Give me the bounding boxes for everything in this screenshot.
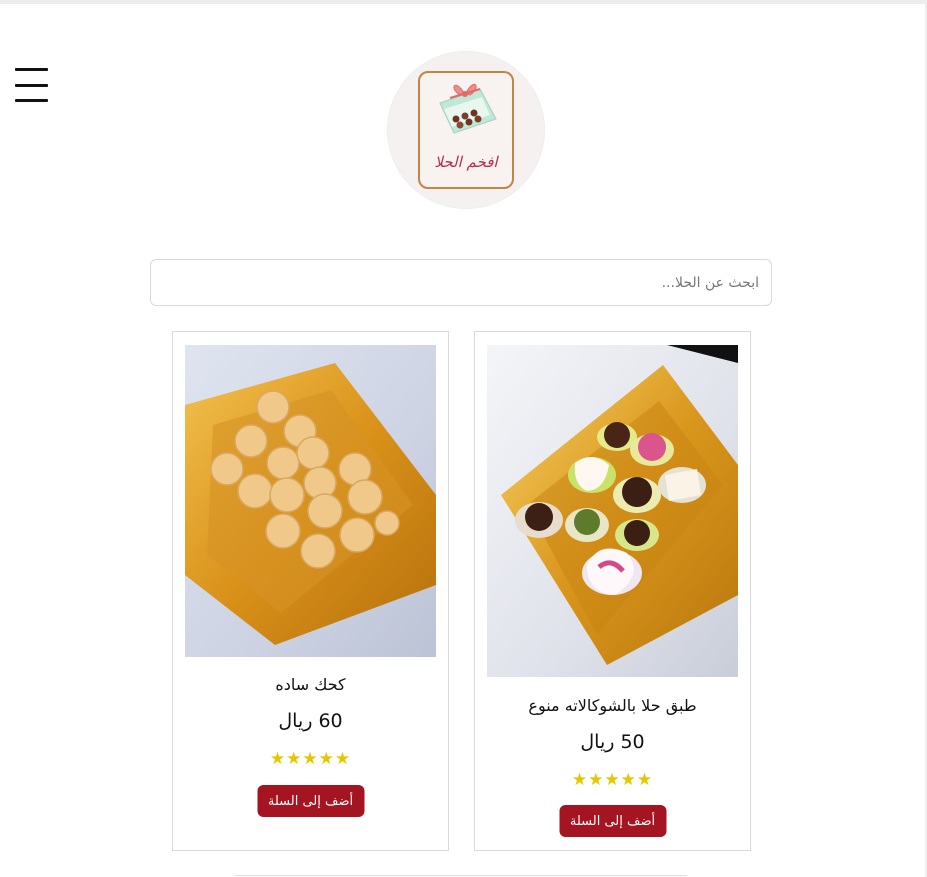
menu-bar [15, 99, 48, 102]
product-name[interactable]: كحك ساده [173, 675, 448, 694]
product-card[interactable]: كحك ساده 60 ريال ★★★★★ أضف إلى السلة [172, 331, 449, 851]
product-price: 60 ريال [278, 710, 343, 732]
logo-card: افخم الحلا [418, 71, 514, 189]
product-image[interactable] [185, 345, 436, 657]
product-price: 50 ريال [580, 731, 645, 753]
site-logo[interactable]: افخم الحلا [387, 51, 545, 209]
menu-bar [15, 83, 48, 87]
product-name[interactable]: طبق حلا بالشوكالاته منوع [475, 696, 750, 715]
top-border [0, 0, 927, 4]
search-input[interactable] [150, 259, 772, 306]
rating-stars: ★★★★★ [269, 749, 352, 769]
gift-box-icon [439, 83, 497, 134]
add-to-cart-button[interactable]: أضف إلى السلة [559, 805, 666, 837]
section-divider [235, 875, 687, 876]
product-card[interactable]: طبق حلا بالشوكالاته منوع 50 ريال ★★★★★ أ… [474, 331, 751, 851]
add-to-cart-button[interactable]: أضف إلى السلة [257, 785, 364, 817]
product-image[interactable] [487, 345, 738, 677]
menu-bar [15, 68, 48, 71]
hamburger-menu-icon[interactable] [15, 68, 48, 102]
rating-stars: ★★★★★ [571, 770, 654, 790]
logo-text: افخم الحلا [434, 153, 498, 171]
